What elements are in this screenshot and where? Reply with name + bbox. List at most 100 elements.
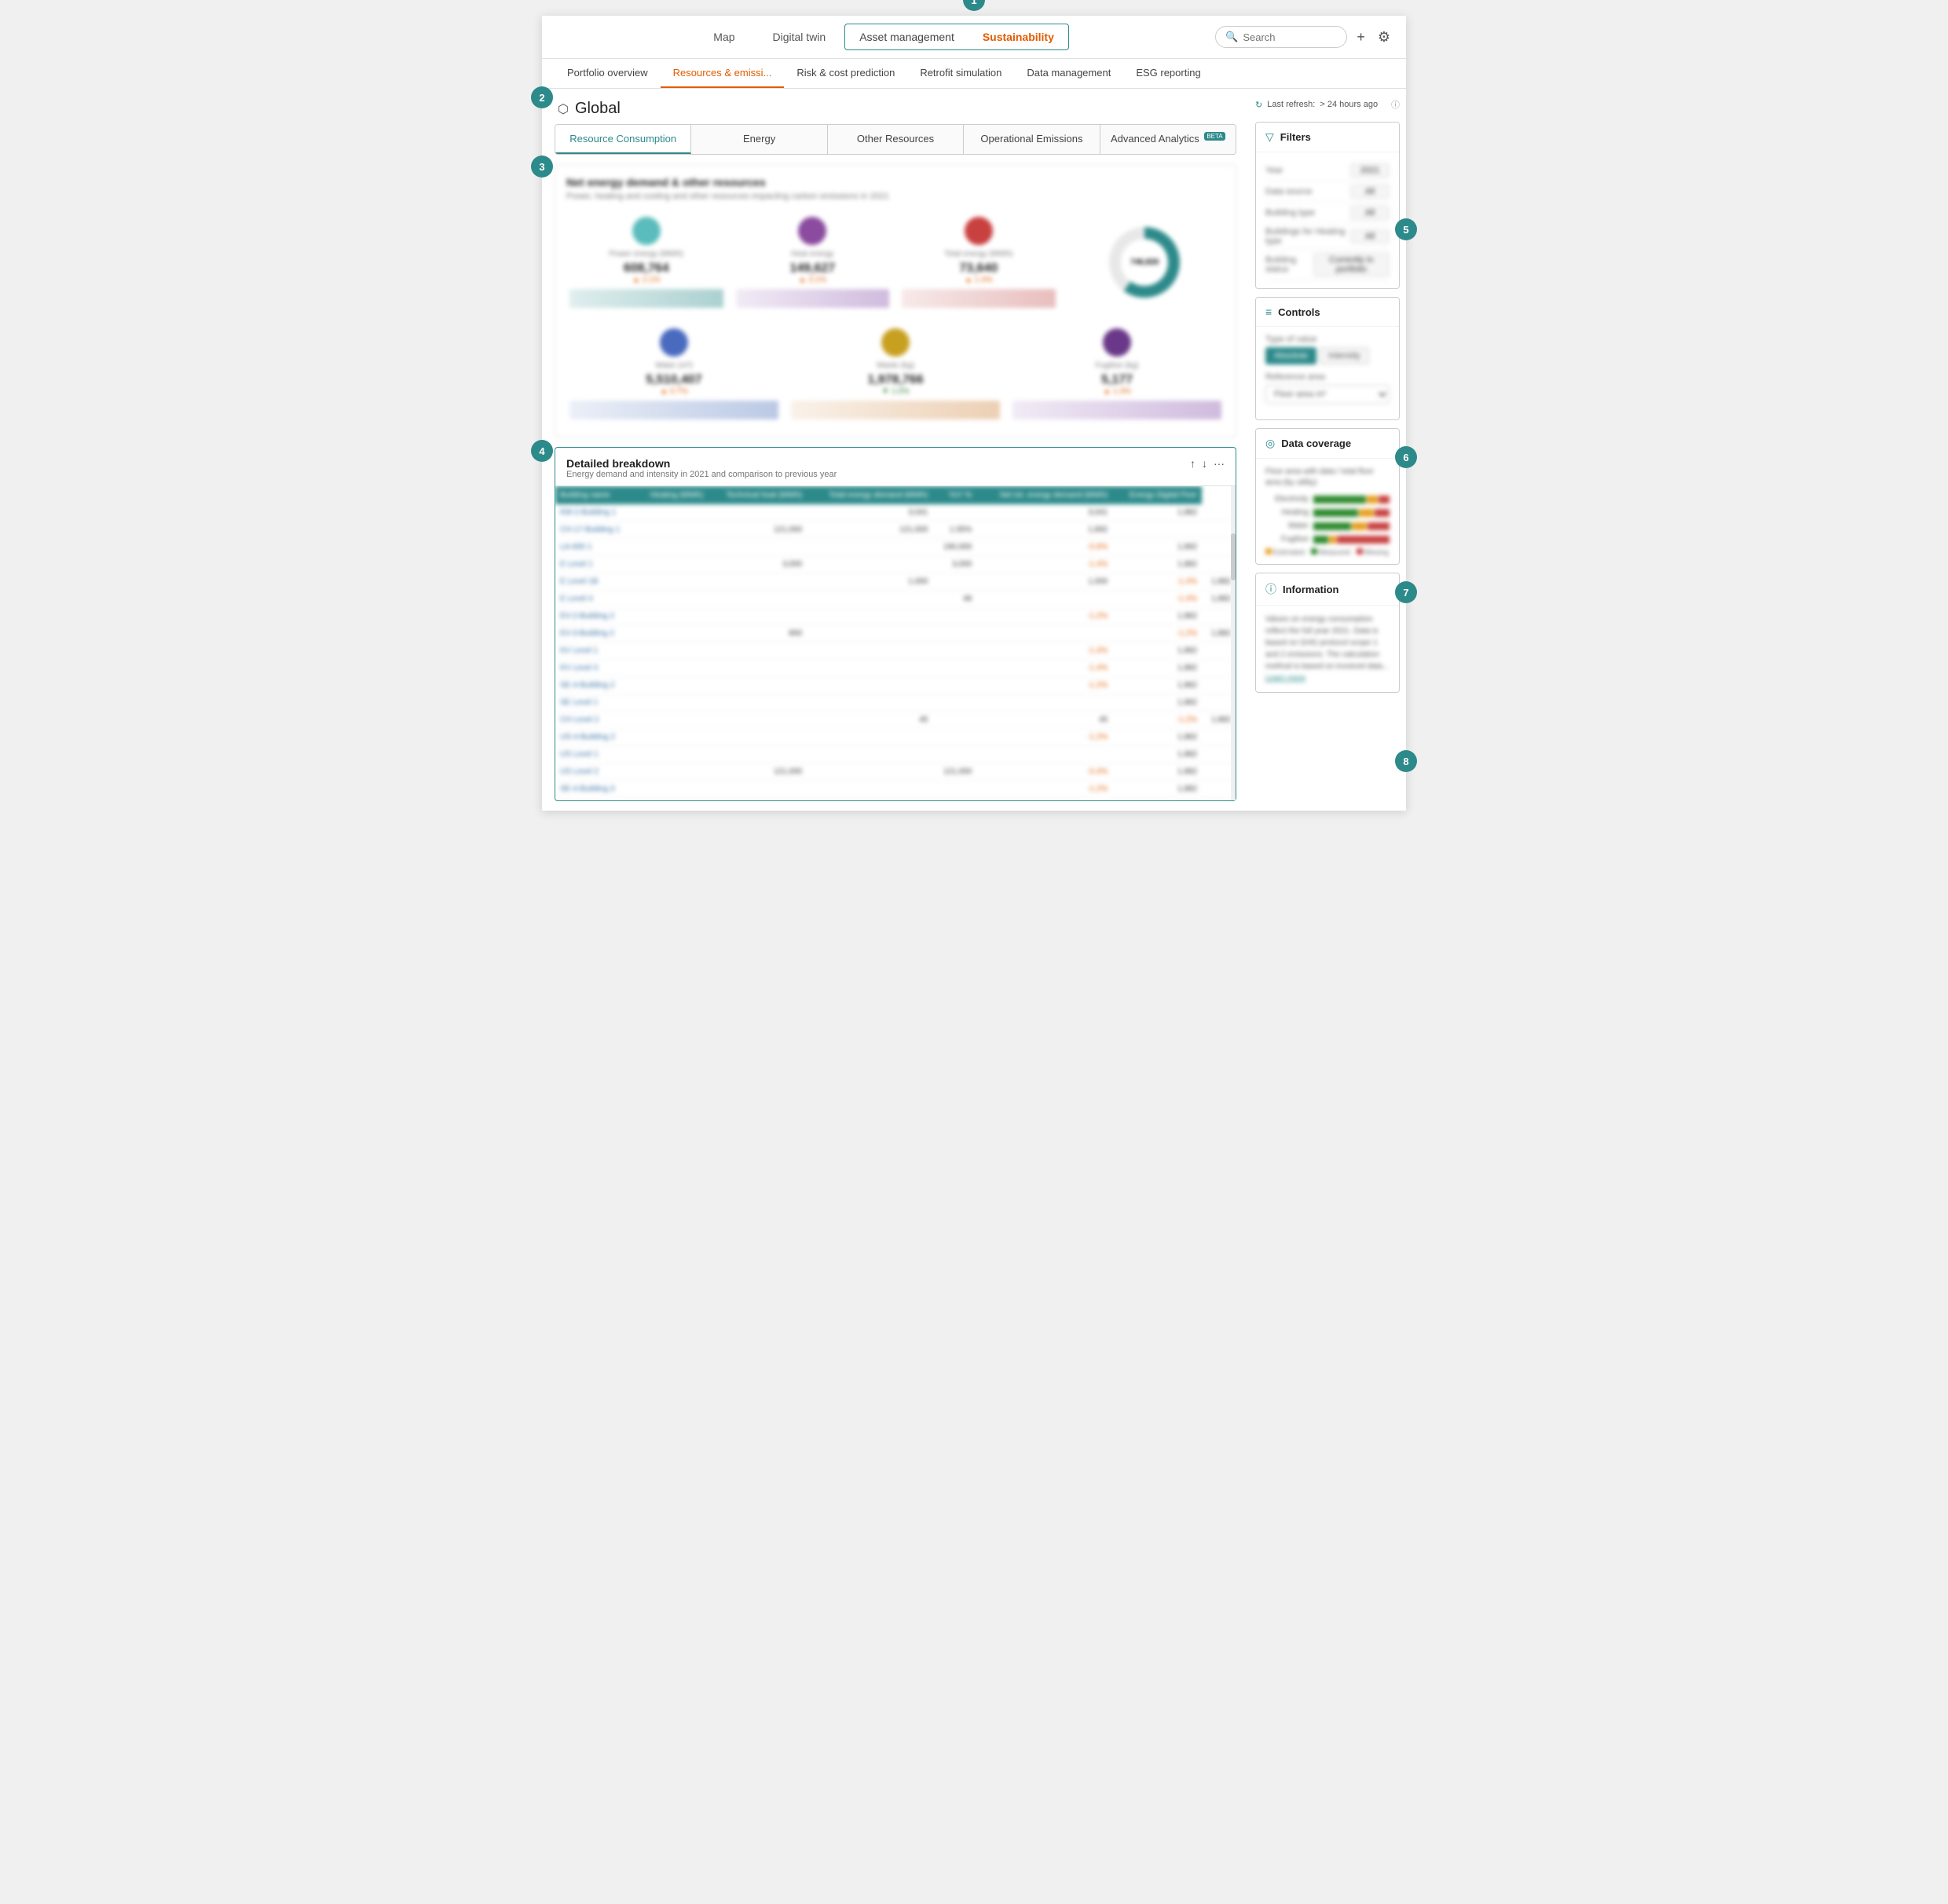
cell-value [976, 694, 1112, 712]
add-button[interactable]: + [1353, 26, 1368, 49]
filters-header[interactable]: ▽ Filters [1256, 123, 1399, 152]
cell-building-name: US-4-Building 2 [555, 729, 635, 746]
more-options-btn[interactable]: ··· [1214, 457, 1225, 470]
step-badge-7: 7 [1395, 581, 1417, 603]
cell-value: -1.2% [1112, 712, 1202, 729]
cell-value: -1.2% [976, 677, 1112, 694]
cell-value: 3,000 [932, 556, 976, 573]
sub-nav-resources[interactable]: Resources & emissi... [661, 59, 785, 88]
cell-value [635, 660, 708, 677]
metric-circle-power [632, 217, 661, 245]
sort-asc-btn[interactable]: ↑ [1190, 457, 1196, 470]
cell-building-name: E Level 1 [555, 556, 635, 573]
coverage-bar-group [1313, 509, 1390, 517]
controls-header[interactable]: ≡ Controls [1256, 298, 1399, 327]
cell-building-name: SE-4-Building 2 [555, 677, 635, 694]
cell-building-name: E Level 1B [555, 573, 635, 591]
cell-value [807, 556, 932, 573]
cell-value [708, 573, 807, 591]
top-nav-digital-twin[interactable]: Digital twin [754, 24, 845, 50]
sort-desc-btn[interactable]: ↓ [1202, 457, 1207, 470]
breakdown-title-area: Detailed breakdown Energy demand and int… [566, 457, 837, 479]
tab-other-resources[interactable]: Other Resources [828, 125, 964, 154]
coverage-row-name: Fugitive [1265, 535, 1309, 544]
type-of-value-label: Type of value [1265, 335, 1390, 344]
top-nav-active-group[interactable]: Asset management Sustainability [844, 24, 1069, 50]
cell-building-name: LA-600 1 [555, 539, 635, 556]
sub-nav-risk[interactable]: Risk & cost prediction [784, 59, 907, 88]
table-body: KM-2-Building 13,0413,0411,882CH-17-Buil… [555, 504, 1236, 800]
coverage-bar-group [1313, 522, 1390, 530]
filter-datasource: Data source All [1265, 181, 1390, 203]
coverage-seg-green [1313, 496, 1366, 503]
cell-value [635, 643, 708, 660]
cell-value [635, 763, 708, 781]
cell-value: 1,882 [1112, 798, 1202, 801]
information-header[interactable]: ⓘ Information [1256, 573, 1399, 606]
settings-button[interactable]: ⚙ [1375, 26, 1393, 49]
top-nav-map[interactable]: Map [694, 24, 753, 50]
table-row: E Level 448-1.4%1,882 [555, 591, 1236, 608]
controls-icon: ≡ [1265, 306, 1272, 318]
table-row: KV Level 4-1.4%1,882 [555, 660, 1236, 677]
cell-value [635, 746, 708, 763]
coverage-seg-red [1337, 536, 1390, 544]
metric-circle-heat [798, 217, 826, 245]
cell-value: 1,882 [1112, 608, 1202, 625]
table-row: E Level 1B1,0001,000-1.4%1,882 [555, 573, 1236, 591]
absolute-btn[interactable]: Absolute [1265, 347, 1316, 364]
cell-building-name: SE-4-Building 3 [555, 781, 635, 798]
th-total-energy: Total energy demand (MWh) [807, 486, 932, 504]
search-input[interactable] [1243, 31, 1337, 43]
search-bar[interactable]: 🔍 [1215, 26, 1347, 48]
sub-nav-portfolio[interactable]: Portfolio overview [555, 59, 661, 88]
cell-building-name: CH Level 2 [555, 712, 635, 729]
reference-area-select[interactable]: Floor area m² [1265, 385, 1390, 404]
cell-value: 1,882 [1112, 729, 1202, 746]
cell-value: -0.4% [976, 763, 1112, 781]
sparkline-power [569, 289, 723, 308]
top-nav: Map Digital twin Asset management Sustai… [542, 16, 1406, 59]
metric-total: Total energy (MWh) 73,640 ▲ 1.4% [899, 211, 1059, 314]
top-nav-tabs: Map Digital twin Asset management Sustai… [555, 24, 1209, 50]
metric-circle-fugitive [1103, 328, 1131, 357]
table-row: KM-2-Building 13,0413,0411,882 [555, 504, 1236, 522]
table-scroll[interactable]: Building name Heating (MWh) Technical he… [555, 486, 1236, 800]
filter-year-label: Year [1265, 166, 1283, 175]
legend-missing: Missing [1357, 548, 1389, 556]
metric-change-heat: ▲ 3.1% [736, 276, 890, 284]
coverage-row: Heating [1265, 508, 1390, 517]
cell-value [635, 573, 708, 591]
cell-value [635, 608, 708, 625]
cell-value: 190,000 [932, 539, 976, 556]
cell-value [635, 712, 708, 729]
cell-value: 1.05% [932, 522, 976, 539]
tab-energy[interactable]: Energy [691, 125, 827, 154]
metric-circle-water [660, 328, 688, 357]
table-row: CH Level 24545-1.2%1,882 [555, 712, 1236, 729]
data-coverage-panel: ◎ Data coverage Floor area with data / t… [1255, 428, 1400, 565]
tab-operational-emissions[interactable]: Operational Emissions [964, 125, 1100, 154]
cell-value [708, 504, 807, 522]
metric-power: Power energy (MWh) 608,764 ▲ 2.1% [566, 211, 727, 314]
cell-value [708, 694, 807, 712]
data-coverage-header[interactable]: ◎ Data coverage [1256, 429, 1399, 459]
tab-resource-consumption[interactable]: Resource Consumption [555, 125, 691, 154]
cell-value: 1,882 [1112, 677, 1202, 694]
filter-datasource-value: All [1350, 185, 1390, 199]
sub-nav-retrofit[interactable]: Retrofit simulation [907, 59, 1014, 88]
cell-value: 1,882 [1112, 660, 1202, 677]
sub-nav-data-mgmt[interactable]: Data management [1014, 59, 1123, 88]
cell-building-name: KM-2-Building 1 [555, 504, 635, 522]
donut-value: 746,820 [1130, 258, 1159, 267]
intensity-btn[interactable]: Intensity [1320, 347, 1369, 364]
cell-value [932, 694, 976, 712]
sub-nav-esg[interactable]: ESG reporting [1123, 59, 1213, 88]
cell-value [976, 625, 1112, 643]
tab-advanced-analytics[interactable]: Advanced Analytics BETA [1100, 125, 1236, 154]
th-tech-heat: Technical heat (MWh) [708, 486, 807, 504]
information-title: Information [1283, 584, 1390, 595]
info-learn-more[interactable]: Learn more [1265, 674, 1305, 683]
cell-value: 1,000 [807, 573, 932, 591]
cell-value [932, 643, 976, 660]
